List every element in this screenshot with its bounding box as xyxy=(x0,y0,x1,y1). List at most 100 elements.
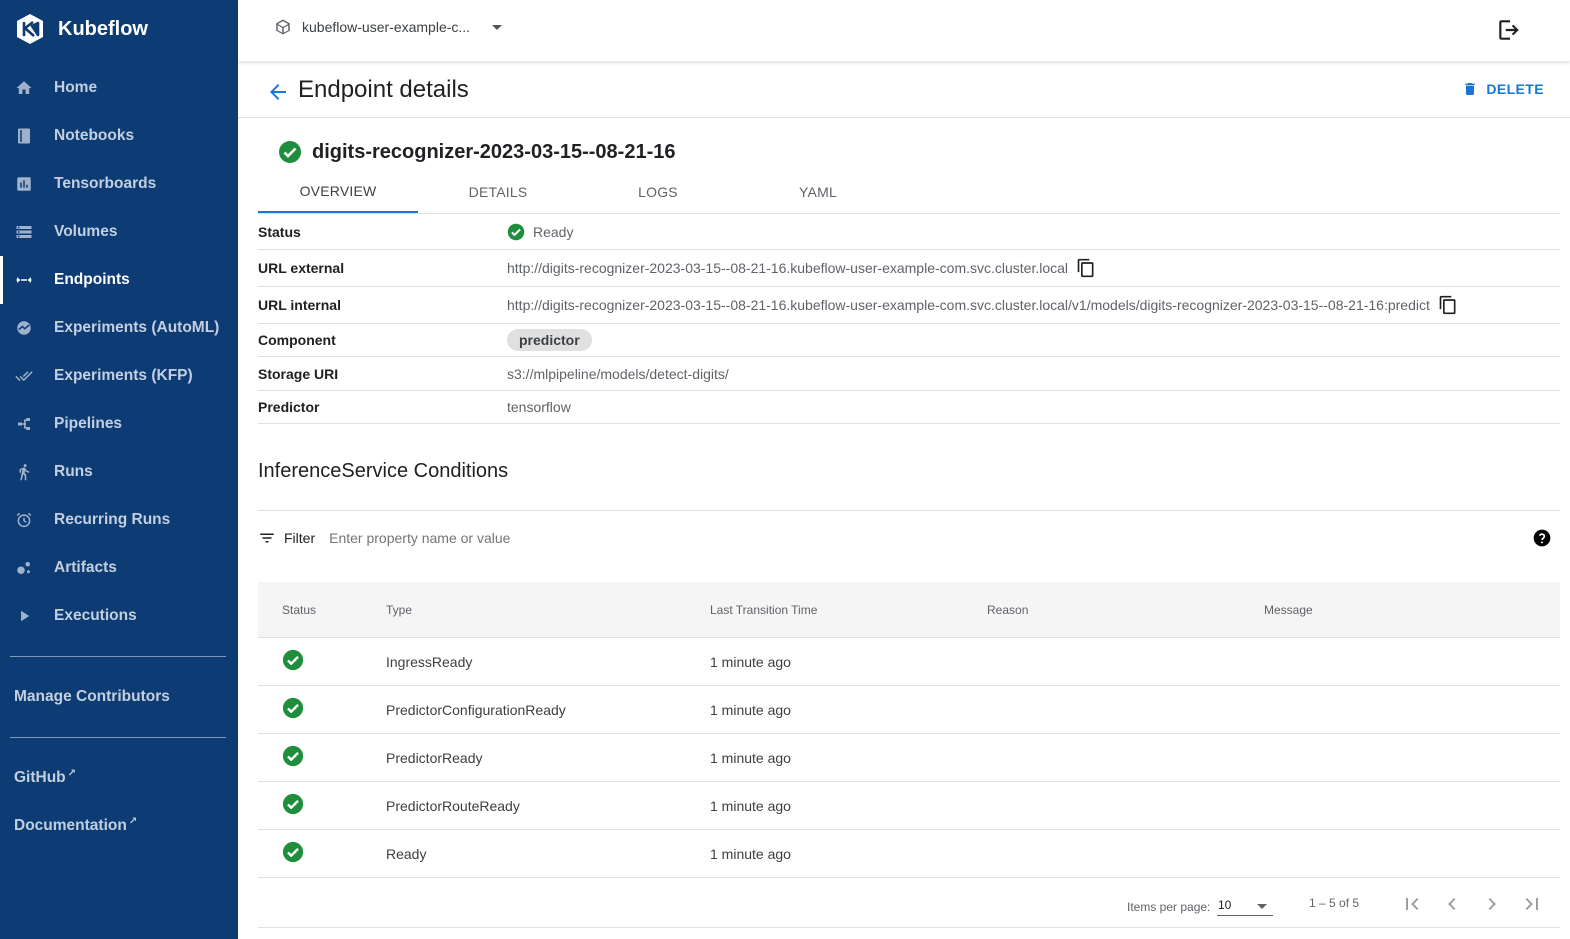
detail-value: s3://mlpipeline/models/detect-digits/ xyxy=(507,365,729,382)
run-icon xyxy=(14,462,34,482)
type-cell: Ready xyxy=(386,845,427,862)
detail-value: predictor xyxy=(507,329,592,351)
sidebar-item-label: Home xyxy=(54,79,98,96)
sidebar-divider xyxy=(10,737,226,738)
items-per-page-value: 10 xyxy=(1218,898,1232,912)
sidebar: Kubeflow Home Notebooks Tensorboards Vol… xyxy=(0,0,238,939)
status-cell xyxy=(258,649,386,674)
detail-key: Storage URI xyxy=(258,365,339,382)
details-table: Status Ready URL external http://digits-… xyxy=(258,214,1560,424)
documentation-label: Documentation xyxy=(14,817,127,835)
tab-yaml[interactable]: YAML xyxy=(738,170,898,213)
sidebar-item-artifacts[interactable]: Artifacts xyxy=(0,544,238,592)
external-link-icon: ↗ xyxy=(67,768,77,779)
namespace-label: kubeflow-user-example-c... xyxy=(302,19,471,35)
table-header: Status Type Last Transition Time Reason … xyxy=(258,582,1560,638)
column-header-reason[interactable]: Reason xyxy=(987,603,1264,617)
brand[interactable]: Kubeflow xyxy=(14,12,148,46)
detail-key: URL internal xyxy=(258,297,341,313)
manage-contributors-label: Manage Contributors xyxy=(14,688,170,705)
status-cell xyxy=(258,697,386,722)
first-page-icon[interactable] xyxy=(1400,892,1424,916)
detail-value: tensorflow xyxy=(507,399,571,415)
time-cell: 1 minute ago xyxy=(710,749,791,766)
column-header-type[interactable]: Type xyxy=(386,603,710,617)
sidebar-item-recurring-runs[interactable]: Recurring Runs xyxy=(0,496,238,544)
sidebar-item-label: Notebooks xyxy=(54,127,135,144)
sidebar-divider xyxy=(10,656,226,657)
time-cell: 1 minute ago xyxy=(710,845,791,862)
detail-value: http://digits-recognizer-2023-03-15--08-… xyxy=(507,295,1458,315)
copy-icon[interactable] xyxy=(1438,295,1458,315)
tab-details[interactable]: DETAILS xyxy=(418,170,578,213)
check-circle-icon xyxy=(279,141,301,163)
url-internal-text: http://digits-recognizer-2023-03-15--08-… xyxy=(507,297,1430,313)
notebook-icon xyxy=(14,126,34,146)
sidebar-item-label: Volumes xyxy=(54,223,118,240)
last-page-icon[interactable] xyxy=(1520,892,1544,916)
home-icon xyxy=(14,78,34,98)
column-header-message[interactable]: Message xyxy=(1264,603,1560,617)
column-header-status[interactable]: Status xyxy=(258,603,386,617)
copy-icon[interactable] xyxy=(1076,258,1096,278)
status-cell xyxy=(258,745,386,770)
logout-icon[interactable] xyxy=(1496,17,1522,43)
tab-logs[interactable]: LOGS xyxy=(578,170,738,213)
detail-row-url-external: URL external http://digits-recognizer-20… xyxy=(258,250,1560,287)
chevron-down-icon xyxy=(492,24,503,30)
sidebar-item-label: Artifacts xyxy=(54,559,117,576)
items-per-page-select[interactable]: 10 xyxy=(1217,898,1273,916)
sidebar-item-endpoints[interactable]: Endpoints xyxy=(0,256,238,304)
alarm-icon xyxy=(14,510,34,530)
namespace-selector[interactable]: kubeflow-user-example-c... xyxy=(274,18,503,36)
status-cell xyxy=(258,841,386,866)
filter-input[interactable] xyxy=(329,530,830,546)
tab-bar: OVERVIEW DETAILS LOGS YAML xyxy=(258,170,1560,214)
sidebar-item-label: Runs xyxy=(54,463,93,480)
back-arrow-icon[interactable] xyxy=(266,80,290,104)
delete-label: DELETE xyxy=(1486,81,1544,97)
sidebar-item-runs[interactable]: Runs xyxy=(0,448,238,496)
external-link-icon: ↗ xyxy=(128,816,138,827)
sidebar-item-tensorboards[interactable]: Tensorboards xyxy=(0,160,238,208)
column-header-time[interactable]: Last Transition Time xyxy=(710,603,987,617)
detail-key: Component xyxy=(258,332,336,348)
sidebar-item-pipelines[interactable]: Pipelines xyxy=(0,400,238,448)
documentation-link[interactable]: Documentation ↗ xyxy=(14,816,137,835)
sidebar-item-experiments-kfp[interactable]: Experiments (KFP) xyxy=(0,352,238,400)
detail-row-predictor: Predictor tensorflow xyxy=(258,391,1560,424)
code-arrows-icon xyxy=(14,270,34,290)
manage-contributors-link[interactable]: Manage Contributors xyxy=(14,688,170,706)
kubeflow-logo-icon xyxy=(17,14,43,44)
check-circle-icon xyxy=(282,793,304,815)
items-per-page-label: Items per page: xyxy=(1127,900,1211,914)
filter-label: Filter xyxy=(284,530,316,546)
play-icon xyxy=(14,606,34,626)
sidebar-item-volumes[interactable]: Volumes xyxy=(0,208,238,256)
check-circle-icon xyxy=(282,649,304,671)
url-external-text: http://digits-recognizer-2023-03-15--08-… xyxy=(507,260,1069,276)
sidebar-item-home[interactable]: Home xyxy=(0,64,238,112)
chevron-down-icon xyxy=(1257,904,1267,909)
github-link[interactable]: GitHub ↗ xyxy=(14,768,76,787)
filter-bar: Filter xyxy=(258,524,1560,552)
help-icon[interactable] xyxy=(1532,528,1552,548)
resource-name: digits-recognizer-2023-03-15--08-21-16 xyxy=(278,140,675,164)
table-row: PredictorConfigurationReady 1 minute ago xyxy=(258,686,1560,734)
delete-button[interactable]: DELETE xyxy=(1462,80,1544,98)
storage-icon xyxy=(14,222,34,242)
page-title: Endpoint details xyxy=(298,76,469,103)
time-cell: 1 minute ago xyxy=(710,797,791,814)
previous-page-icon[interactable] xyxy=(1440,892,1464,916)
tab-overview[interactable]: OVERVIEW xyxy=(258,170,418,213)
sidebar-item-executions[interactable]: Executions xyxy=(0,592,238,640)
check-circle-icon xyxy=(282,697,304,719)
detail-key: Predictor xyxy=(258,399,320,415)
detail-value: http://digits-recognizer-2023-03-15--08-… xyxy=(507,258,1096,278)
sidebar-item-label: Experiments (KFP) xyxy=(54,367,193,384)
next-page-icon[interactable] xyxy=(1480,892,1504,916)
sidebar-item-notebooks[interactable]: Notebooks xyxy=(0,112,238,160)
automl-icon xyxy=(14,318,34,338)
sidebar-item-experiments-automl[interactable]: Experiments (AutoML) xyxy=(0,304,238,352)
sidebar-item-label: Executions xyxy=(54,607,137,624)
